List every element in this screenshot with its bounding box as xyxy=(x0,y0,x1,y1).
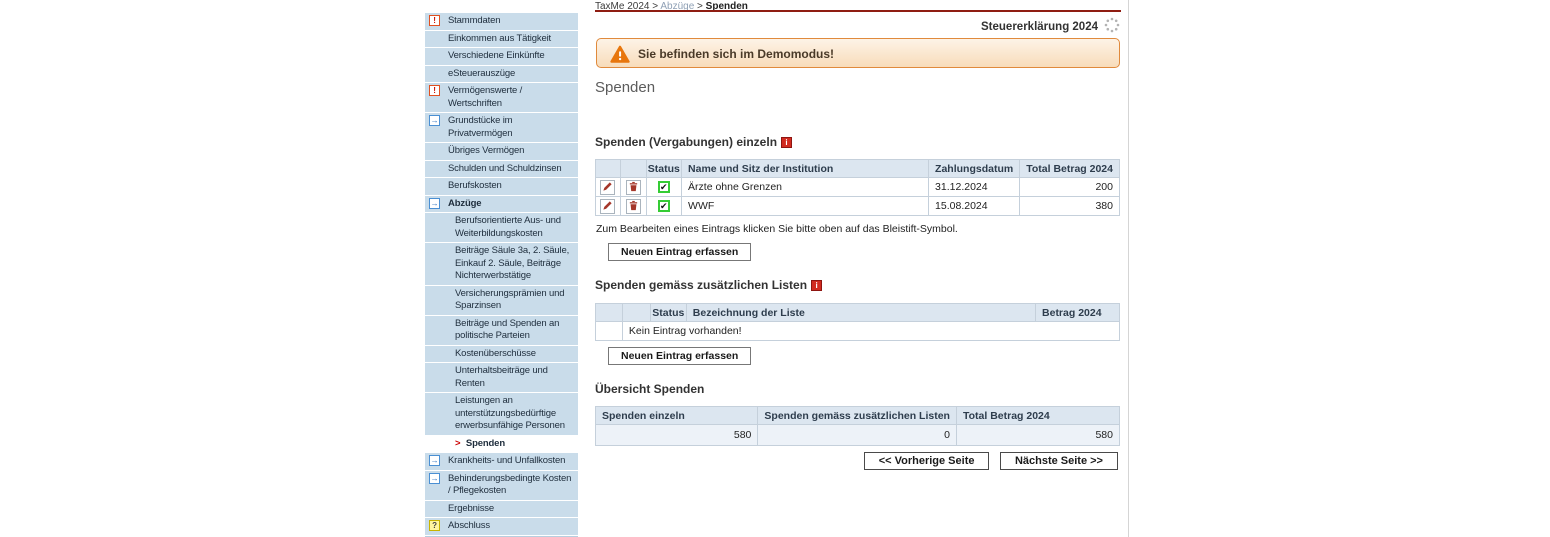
sidebar-item-schulden[interactable]: Schulden und Schuldzinsen xyxy=(425,160,578,178)
col-listen: Spenden gemäss zusätzlichen Listen xyxy=(757,406,957,425)
sidebar: ! Stammdaten Einkommen aus Tätigkeit Ver… xyxy=(425,13,578,537)
section-heading-listen: Spenden gemäss zusätzlichen Listen i xyxy=(595,278,823,292)
loading-spinner-icon xyxy=(1104,17,1120,33)
sidebar-item-vermoegenswerte[interactable]: ! Vermögenswerte / Wertschriften xyxy=(425,83,578,113)
empty-message: Kein Eintrag vorhanden! xyxy=(621,321,1121,341)
info-icon[interactable]: i xyxy=(781,137,793,148)
sidebar-item-behinderungskosten[interactable]: → Behinderungsbedingte Kosten / Pflegeko… xyxy=(425,470,578,501)
summary-row: 580 0 580 xyxy=(594,424,1121,446)
sidebar-item-esteuerauszuege[interactable]: eSteuerauszüge xyxy=(425,65,578,83)
chevron-right-icon: > xyxy=(455,437,461,449)
page-title: Spenden xyxy=(595,79,656,96)
table-row: ✔ WWF 15.08.2024 380 xyxy=(595,196,1120,216)
sidebar-item-kostenueberschuesse[interactable]: Kostenüberschüsse xyxy=(425,345,578,363)
sidebar-item-krankheitskosten[interactable]: → Krankheits- und Unfallkosten xyxy=(425,453,578,471)
sidebar-item-abschluss[interactable]: ? Abschluss xyxy=(425,518,578,536)
table-row-empty: Kein Eintrag vorhanden! xyxy=(595,321,1121,341)
col-total: Total Betrag 2024 xyxy=(955,406,1121,425)
sidebar-item-verschiedene-einkuenfte[interactable]: Verschiedene Einkünfte xyxy=(425,48,578,66)
next-page-button[interactable]: Nächste Seite >> xyxy=(999,452,1118,470)
sidebar-item-unterhaltsbeitraege[interactable]: Unterhaltsbeiträge und Renten xyxy=(425,363,578,393)
sidebar-item-spenden-selected[interactable]: > Spenden xyxy=(425,435,578,453)
sidebar-item-berufskosten[interactable]: Berufskosten xyxy=(425,178,578,196)
sidebar-item-leistungen[interactable]: Leistungen an unterstützungsbedürftige e… xyxy=(425,393,578,436)
table-row: ✔ Ärzte ohne Grenzen 31.12.2024 200 xyxy=(595,177,1120,197)
sidebar-item-politische-parteien[interactable]: Beiträge und Spenden an politische Parte… xyxy=(425,315,578,346)
edit-hint-text: Zum Bearbeiten eines Eintrags klicken Si… xyxy=(596,223,958,235)
section-heading-uebersicht: Übersicht Spenden xyxy=(595,382,705,396)
alert-icon: ! xyxy=(429,15,440,26)
info-icon[interactable]: i xyxy=(811,280,823,291)
donations-table: Status Name und Sitz der Institution Zah… xyxy=(595,159,1120,216)
col-institution: Name und Sitz der Institution xyxy=(681,159,930,178)
col-amount: Betrag 2024 xyxy=(1035,303,1120,322)
col-total: Total Betrag 2024 xyxy=(1019,159,1120,178)
status-checkbox[interactable]: ✔ xyxy=(657,181,670,194)
declaration-title-row: Steuererklärung 2024 xyxy=(595,17,1120,33)
delete-button[interactable] xyxy=(625,198,641,214)
sidebar-item-uebriges-vermoegen[interactable]: Übriges Vermögen xyxy=(425,143,578,161)
alert-icon: ! xyxy=(429,85,440,96)
col-list-name: Bezeichnung der Liste xyxy=(685,303,1037,322)
sum-total: 580 xyxy=(955,424,1121,446)
col-date: Zahlungsdatum xyxy=(928,159,1021,178)
header-divider xyxy=(595,10,1121,12)
sidebar-item-saeule3a[interactable]: Beiträge Säule 3a, 2. Säule, Einkauf 2. … xyxy=(425,243,578,286)
col-einzeln: Spenden einzeln xyxy=(594,406,759,425)
arrow-icon: → xyxy=(429,472,440,484)
amount: 200 xyxy=(1019,177,1120,197)
status-checkbox[interactable]: ✔ xyxy=(657,200,670,213)
main-content: TaxMe 2024 > Abzüge > Spenden Steuererkl… xyxy=(594,0,1121,537)
sidebar-item-grundstuecke[interactable]: → Grundstücke im Privatvermögen xyxy=(425,113,578,143)
edit-button[interactable] xyxy=(600,179,616,195)
sidebar-item-stammdaten[interactable]: ! Stammdaten xyxy=(425,13,578,31)
summary-table: Spenden einzeln Spenden gemäss zusätzlic… xyxy=(594,406,1121,446)
section-heading-einzeln: Spenden (Vergabungen) einzeln i xyxy=(595,135,793,149)
warning-icon xyxy=(610,45,630,63)
sum-einzeln: 580 xyxy=(594,424,759,446)
lists-table: Status Bezeichnung der Liste Betrag 2024… xyxy=(595,303,1121,341)
amount: 380 xyxy=(1019,196,1120,216)
demo-mode-banner: Sie befinden sich im Demomodus! xyxy=(596,38,1120,68)
col-status: Status xyxy=(649,303,687,322)
sidebar-item-versicherungspraemien[interactable]: Versicherungsprämien und Sparzinsen xyxy=(425,285,578,316)
sum-listen: 0 xyxy=(757,424,957,446)
sidebar-item-abzuege[interactable]: → Abzüge xyxy=(425,195,578,213)
arrow-icon: → xyxy=(429,455,440,466)
pagination: << Vorherige Seite Nächste Seite >> xyxy=(858,451,1118,470)
new-entry-button[interactable]: Neuen Eintrag erfassen xyxy=(608,347,752,365)
demo-mode-message: Sie befinden sich im Demomodus! xyxy=(638,47,835,61)
institution-name: WWF xyxy=(681,196,930,216)
new-entry-button[interactable]: Neuen Eintrag erfassen xyxy=(608,243,752,261)
question-icon: ? xyxy=(429,520,440,531)
page: ! Stammdaten Einkommen aus Tätigkeit Ver… xyxy=(0,0,1550,537)
delete-button[interactable] xyxy=(625,179,641,195)
sidebar-item-weiterbildungskosten[interactable]: Berufsorientierte Aus- und Weiterbildung… xyxy=(425,213,578,243)
sidebar-item-ergebnisse[interactable]: Ergebnisse xyxy=(425,500,578,518)
declaration-title: Steuererklärung 2024 xyxy=(981,21,1098,33)
edit-button[interactable] xyxy=(600,198,616,214)
institution-name: Ärzte ohne Grenzen xyxy=(681,177,930,197)
arrow-icon: → xyxy=(429,197,440,209)
col-status: Status xyxy=(645,159,683,178)
content-right-border xyxy=(1128,0,1129,537)
payment-date: 15.08.2024 xyxy=(928,196,1021,216)
payment-date: 31.12.2024 xyxy=(928,177,1021,197)
arrow-icon: → xyxy=(429,115,440,126)
sidebar-item-einkommen[interactable]: Einkommen aus Tätigkeit xyxy=(425,30,578,48)
previous-page-button[interactable]: << Vorherige Seite xyxy=(863,452,990,470)
